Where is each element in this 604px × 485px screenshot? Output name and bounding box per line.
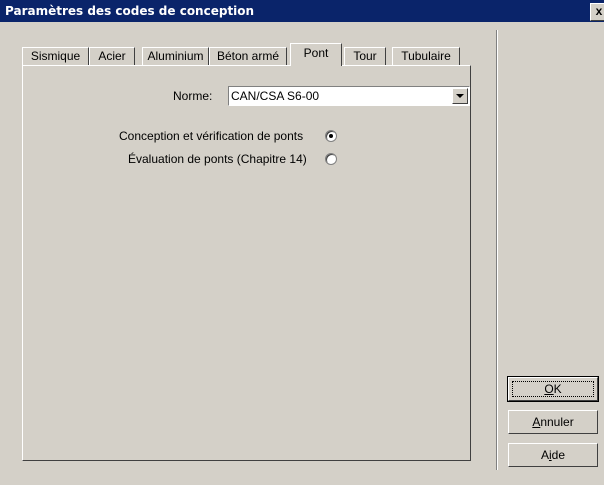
dialog-window: Paramètres des codes de conception x Sis… <box>0 0 604 485</box>
norme-label: Norme: <box>173 89 213 103</box>
option-evaluation-radio[interactable] <box>325 153 337 165</box>
option-conception-radio[interactable] <box>325 130 337 142</box>
help-label-prefix: A <box>540 448 549 462</box>
option-conception-label: Conception et vérification de ponts <box>119 129 304 143</box>
tab-panel-pont <box>22 65 471 461</box>
option-evaluation-label: Évaluation de ponts (Chapitre 14) <box>128 152 307 166</box>
help-button[interactable]: Aide <box>508 443 598 467</box>
tab-beton-arme[interactable]: Béton armé <box>209 47 287 66</box>
ok-label-rest: K <box>553 382 562 396</box>
norme-select-value: CAN/CSA S6-00 <box>231 89 320 103</box>
help-label-rest: de <box>551 448 566 462</box>
tab-sismique[interactable]: Sismique <box>22 47 89 66</box>
title-bar[interactable]: Paramètres des codes de conception x <box>0 0 604 22</box>
tab-tour[interactable]: Tour <box>344 47 386 66</box>
tab-aluminium[interactable]: Aluminium <box>142 47 209 66</box>
chevron-down-icon[interactable] <box>452 88 468 104</box>
norme-select[interactable]: CAN/CSA S6-00 <box>228 86 470 106</box>
cancel-button[interactable]: Annuler <box>508 410 598 434</box>
close-button[interactable]: x <box>590 3 604 21</box>
vertical-divider <box>496 30 498 470</box>
tab-acier[interactable]: Acier <box>89 47 135 66</box>
ok-mnemonic: O <box>544 382 554 396</box>
ok-button[interactable]: OK <box>507 376 599 402</box>
cancel-label-rest: nnuler <box>540 415 574 429</box>
window-title: Paramètres des codes de conception <box>5 4 255 18</box>
tab-pont[interactable]: Pont <box>290 43 342 66</box>
tab-tubulaire[interactable]: Tubulaire <box>392 47 460 66</box>
